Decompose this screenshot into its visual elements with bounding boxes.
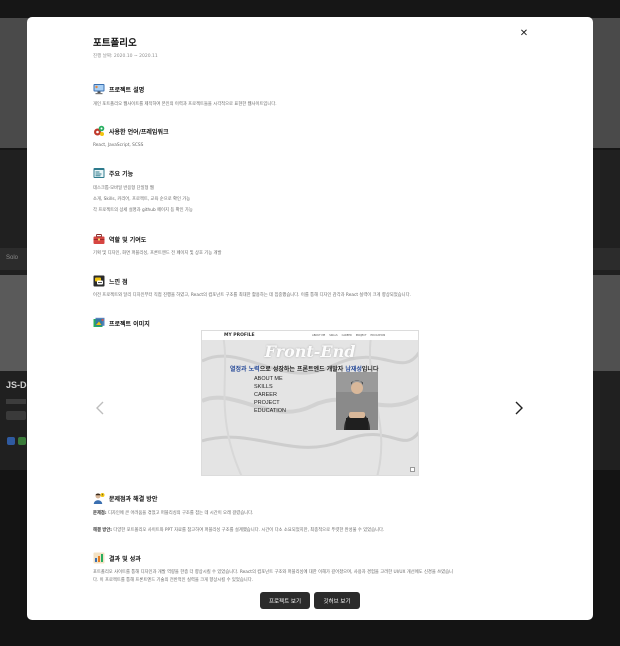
background-card-left bbox=[0, 18, 30, 148]
view-project-button[interactable]: 프로젝트 보기 bbox=[260, 592, 310, 609]
section-title: 사용한 언어/프레임워크 bbox=[109, 128, 169, 136]
site-link: SKILLS bbox=[254, 384, 273, 390]
section-title: 프로젝트 이미지 bbox=[109, 320, 150, 328]
view-github-button[interactable]: 깃허브 보기 bbox=[314, 592, 360, 609]
background-text-line bbox=[6, 399, 26, 404]
section-title: 역할 및 기여도 bbox=[109, 236, 147, 244]
thoughts-text: 이전 프로젝트와 달리 디자인부터 직접 진행을 하였고, React의 컴포넌… bbox=[93, 293, 411, 298]
background-thumbnail-right[interactable] bbox=[590, 275, 620, 371]
profile-photo bbox=[336, 372, 378, 430]
role-text: 기획 및 디자인, 화면 퍼블리싱, 프론트엔드 전 페이지 및 상호 기능 개… bbox=[93, 251, 222, 256]
background-band-label: Solo bbox=[6, 255, 19, 261]
features-text: 각 프로젝트의 상세 설명과 github 페이지 등 확인 가능 bbox=[93, 208, 193, 213]
section-title: 프로젝트 설명 bbox=[109, 86, 145, 94]
background-thumbnail-left[interactable] bbox=[0, 275, 30, 371]
tagline-text: 으로 성장하는 프론트엔드 개발자 bbox=[259, 366, 346, 373]
chart-icon bbox=[93, 552, 105, 564]
background-tech-icon bbox=[18, 437, 26, 445]
person-icon bbox=[93, 493, 105, 504]
result-text: 다. 이 프로젝트를 통해 프론트엔드 기술의 전반적인 실력을 크게 향상시킬… bbox=[93, 578, 254, 583]
features-text: 소개, Skills, 커리어, 프로젝트, 교육 순으로 확인 가능 bbox=[93, 197, 191, 202]
modal-title: 포트폴리오 bbox=[93, 38, 137, 49]
site-link: ABOUT ME bbox=[254, 376, 283, 382]
site-link: PROJECT bbox=[254, 400, 280, 406]
project-image-carousel[interactable]: MY PROFILE ABOUT ME SKILLS CAREER PROJEC… bbox=[201, 330, 419, 476]
site-link: CAREER bbox=[254, 392, 277, 398]
solution-text: 해결 방안: 다양한 포트폴리오 사이트와 PPT 자료를 참고하여 퍼블리싱 … bbox=[93, 527, 384, 533]
problem-text: 문제점: 디자인에 큰 어려움을 겪었고 퍼블리싱의 구조를 잡는 데 시간이 … bbox=[93, 510, 253, 516]
description-text: 개인 포트폴리오 웹사이트를 제작하여 본인의 이력과 프로젝트들을 시각적으로… bbox=[93, 102, 277, 107]
project-period: 진행 날짜: 2020.10 ~ 2020.11 bbox=[93, 54, 158, 59]
person-photo-icon bbox=[336, 372, 378, 430]
section-header-features: 주요 기능 bbox=[93, 167, 133, 179]
section-header-problem: 문제점과 해결 방안 bbox=[93, 492, 157, 504]
toolbox-icon bbox=[93, 234, 105, 244]
result-text: 포트폴리오 사이트를 통해 디자인과 개발 역량을 한층 더 향상시킬 수 있었… bbox=[93, 570, 454, 575]
image-icon bbox=[93, 317, 105, 327]
close-icon[interactable]: ✕ bbox=[518, 28, 530, 40]
solution-body: 다양한 포트폴리오 사이트와 PPT 자료를 참고하여 퍼블리싱 구조를 설계했… bbox=[112, 528, 385, 533]
chevron-right-icon bbox=[515, 401, 523, 415]
section-title: 결과 및 성과 bbox=[109, 555, 141, 563]
section-title: 느낀 점 bbox=[109, 278, 128, 286]
site-link: EDUCATION bbox=[254, 408, 286, 414]
section-header-description: 프로젝트 설명 bbox=[93, 83, 144, 95]
site-brand: MY PROFILE bbox=[224, 332, 255, 338]
carousel-next-button[interactable] bbox=[511, 400, 525, 416]
monitor-icon bbox=[93, 84, 105, 95]
section-header-thoughts: 느낀 점 bbox=[93, 275, 128, 287]
section-header-stack: 사용한 언어/프레임워크 bbox=[93, 125, 168, 137]
stack-text: React, JavaScript, SCSS bbox=[93, 143, 144, 148]
portfolio-modal: ✕ 포트폴리오 진행 날짜: 2020.10 ~ 2020.11 프로젝트 설명… bbox=[27, 17, 593, 620]
site-navbar: MY PROFILE ABOUT ME SKILLS CAREER PROJEC… bbox=[202, 331, 418, 340]
site-menu-item: PROJECT bbox=[355, 334, 367, 337]
site-hero-text: Front-End bbox=[264, 342, 356, 361]
problem-body: 디자인에 큰 어려움을 겪었고 퍼블리싱의 구조를 잡는 데 시간이 오래 걸렸… bbox=[106, 511, 254, 516]
solution-label: 해결 방안: bbox=[93, 528, 113, 533]
site-menu-item: CAREER bbox=[341, 334, 352, 337]
background-tag bbox=[6, 411, 26, 420]
background-tech-icon bbox=[7, 437, 15, 445]
section-header-result: 결과 및 성과 bbox=[93, 552, 141, 564]
chevron-left-icon bbox=[96, 401, 104, 415]
background-card-right bbox=[590, 18, 620, 148]
site-menu-item: EDUCATION bbox=[370, 334, 386, 337]
section-title: 문제점과 해결 방안 bbox=[109, 495, 158, 503]
section-title: 주요 기능 bbox=[109, 170, 134, 178]
site-badge bbox=[410, 467, 415, 472]
chat-icon bbox=[93, 275, 105, 287]
browser-icon bbox=[93, 168, 105, 178]
site-menu: ABOUT ME SKILLS CAREER PROJECT EDUCATION bbox=[312, 334, 385, 337]
carousel-prev-button[interactable] bbox=[94, 400, 108, 416]
site-links: ABOUT ME SKILLS CAREER PROJECT EDUCATION bbox=[254, 376, 286, 414]
site-menu-item: ABOUT ME bbox=[312, 334, 326, 337]
section-header-images: 프로젝트 이미지 bbox=[93, 317, 150, 329]
features-text: 데스크톱·모바일 반응형 단일형 웹 bbox=[93, 186, 154, 191]
tagline-highlight: 열정과 노력 bbox=[230, 366, 260, 373]
site-menu-item: SKILLS bbox=[329, 334, 338, 337]
gears-icon bbox=[94, 125, 105, 136]
problem-label: 문제점: bbox=[93, 511, 107, 516]
section-header-role: 역할 및 기여도 bbox=[93, 233, 146, 245]
